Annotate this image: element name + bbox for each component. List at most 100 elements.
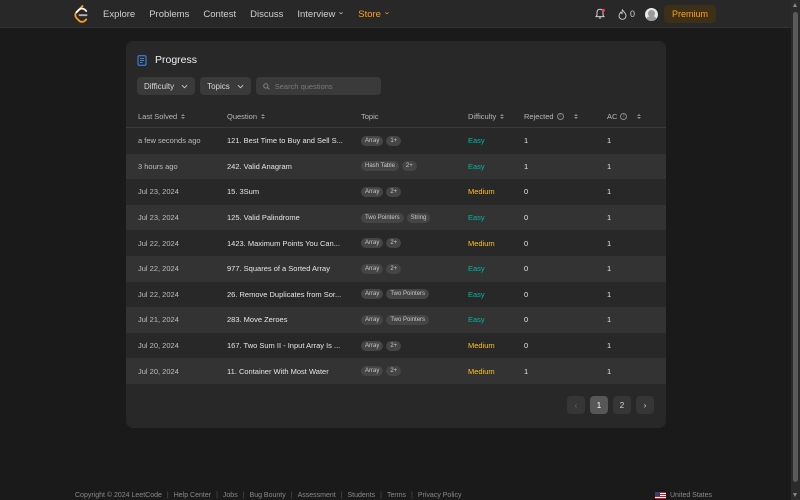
topic-tag[interactable]: Array (361, 289, 384, 300)
topic-tag[interactable]: 2+ (386, 238, 402, 249)
topic-tag[interactable]: Two Pointers (361, 212, 404, 223)
question-link[interactable]: 1423. Maximum Points You Can... (227, 230, 349, 256)
column-rejected[interactable]: Rejected i (524, 104, 578, 128)
topics-filter-label: Topics (207, 81, 230, 91)
question-link[interactable]: 11. Container With Most Water (227, 358, 349, 384)
difficulty-cell: Easy (468, 289, 485, 299)
question-link[interactable]: 977. Squares of a Sorted Array (227, 256, 349, 282)
topic-tag[interactable]: Array (361, 340, 384, 351)
streak-count: 0 (629, 9, 635, 19)
question-link[interactable]: 121. Best Time to Buy and Sell S... (227, 128, 349, 154)
topic-cell: Hash Table 2+ (361, 154, 420, 180)
scroll-up-icon[interactable] (793, 3, 797, 7)
scrollbar-thumb[interactable] (793, 12, 798, 482)
footer-link[interactable]: Students (348, 492, 376, 499)
topic-tag[interactable]: 2+ (401, 161, 417, 172)
topic-tag[interactable]: Array (361, 186, 384, 197)
footer-link[interactable]: Terms (387, 492, 406, 499)
footer-link[interactable]: Help Center (174, 492, 211, 499)
nav-link-label: Problems (149, 8, 190, 20)
question-link[interactable]: 15. 3Sum (227, 179, 349, 205)
page-button-2[interactable]: 2 (613, 396, 631, 414)
column-ac[interactable]: AC i (607, 104, 642, 128)
nav-link-interview[interactable]: Interview ⌄ (297, 8, 345, 20)
bell-icon[interactable] (594, 8, 606, 20)
table-row[interactable]: Jul 23, 2024 125. Valid Palindrome Two Poi… (126, 204, 666, 231)
nav-link-label: Interview (297, 8, 336, 20)
footer-link[interactable]: Jobs (223, 492, 238, 499)
topic-tag[interactable]: Array (361, 238, 384, 249)
column-question[interactable]: Question (227, 104, 266, 128)
table-row[interactable]: Jul 20, 2024 167. Two Sum II - Input Arra… (126, 333, 666, 359)
sort-icon[interactable] (637, 113, 642, 119)
topic-tag[interactable]: Two Pointers (386, 314, 430, 325)
progress-card: Progress Difficulty Topics Last Solved Q… (126, 41, 666, 428)
next-page-button[interactable]: › (636, 396, 654, 414)
page-scrollbar[interactable] (791, 0, 800, 500)
topic-tag[interactable]: Array (361, 366, 384, 377)
search-input[interactable] (274, 81, 374, 91)
page-button-1[interactable]: 1 (590, 396, 608, 414)
table-row[interactable]: Jul 20, 2024 11. Container With Most Wate… (126, 358, 666, 384)
topic-tag[interactable]: Hash Table (361, 161, 399, 172)
question-link[interactable]: 242. Valid Anagram (227, 154, 349, 180)
question-link[interactable]: 167. Two Sum II - Input Array Is ... (227, 333, 349, 359)
nav-link-label: Store (358, 8, 381, 20)
nav-link-discuss[interactable]: Discuss (250, 9, 283, 20)
prev-page-button[interactable]: ‹ (567, 396, 585, 414)
difficulty-filter[interactable]: Difficulty (137, 77, 196, 95)
table-row[interactable]: Jul 21, 2024 283. Move Zeroes Array Two Poi… (126, 307, 666, 333)
table-row[interactable]: 3 hours ago 242. Valid Anagram Hash Table 2… (126, 153, 666, 180)
topic-tag[interactable]: Array (361, 135, 384, 146)
footer-link[interactable]: Bug Bounty (250, 492, 286, 499)
nav-link-store[interactable]: Store ⌄ (358, 9, 390, 20)
topic-tag[interactable]: 2+ (386, 186, 402, 197)
table-row[interactable]: Jul 22, 2024 1423. Maximum Points You Can… (126, 230, 666, 256)
topic-tag[interactable]: 2+ (386, 340, 402, 351)
table-row[interactable]: Jul 23, 2024 15. 3Sum Array 2+ Medium 0 1 (126, 179, 666, 205)
topic-tag[interactable]: String (406, 212, 431, 223)
table-row[interactable]: a few seconds ago 121. Best Time to Buy a… (126, 128, 666, 154)
table-row[interactable]: Jul 22, 2024 26. Remove Duplicates from S… (126, 282, 666, 308)
nav-link-problems[interactable]: Problems (149, 9, 189, 20)
rejected-count-cell: 0 (524, 213, 529, 223)
column-topic: Topic (361, 104, 379, 128)
column-last-solved[interactable]: Last Solved (138, 104, 186, 128)
sort-icon[interactable] (500, 113, 505, 119)
search-box[interactable] (255, 77, 381, 95)
topic-tag[interactable]: 1+ (386, 135, 402, 146)
avatar[interactable] (644, 7, 658, 21)
footer-divider: | (242, 492, 245, 499)
streak-counter[interactable]: 0 (618, 8, 635, 20)
column-difficulty[interactable]: Difficulty (468, 104, 505, 128)
footer-link[interactable]: Privacy Policy (418, 492, 462, 499)
ac-count-cell: 1 (607, 289, 612, 299)
sort-icon[interactable] (261, 113, 266, 119)
column-label: AC (607, 111, 618, 121)
info-icon[interactable]: i (620, 112, 628, 120)
table-row[interactable]: Jul 22, 2024 977. Squares of a Sorted Arr… (126, 255, 666, 282)
sort-icon[interactable] (181, 113, 186, 119)
topic-tag[interactable]: Array (361, 263, 384, 274)
rejected-count-cell: 0 (524, 187, 529, 197)
question-link[interactable]: 125. Valid Palindrome (227, 205, 349, 231)
topics-filter[interactable]: Topics (200, 77, 251, 95)
nav-link-explore[interactable]: Explore (103, 9, 135, 20)
leetcode-logo-icon[interactable] (73, 5, 89, 23)
topic-tag[interactable]: Array (361, 314, 384, 325)
footer-link[interactable]: Assessment (298, 492, 336, 499)
scroll-down-icon[interactable] (793, 493, 797, 497)
question-link[interactable]: 283. Move Zeroes (227, 307, 349, 333)
topic-tag[interactable]: 2+ (386, 263, 402, 274)
last-solved-cell: Jul 23, 2024 (138, 187, 179, 197)
question-link[interactable]: 26. Remove Duplicates from Sor... (227, 282, 349, 308)
nav-link-contest[interactable]: Contest (203, 9, 236, 20)
premium-button[interactable]: Premium (663, 5, 716, 23)
topic-tag[interactable]: Two Pointers (386, 289, 430, 300)
info-icon[interactable]: i (556, 112, 564, 120)
rejected-count-cell: 0 (524, 238, 529, 248)
region-selector[interactable]: United States (655, 492, 712, 499)
sort-icon[interactable] (573, 113, 578, 119)
top-navbar: Explore Problems Contest Discuss Interview ⌄ S… (0, 0, 791, 28)
topic-tag[interactable]: 2+ (386, 366, 402, 377)
